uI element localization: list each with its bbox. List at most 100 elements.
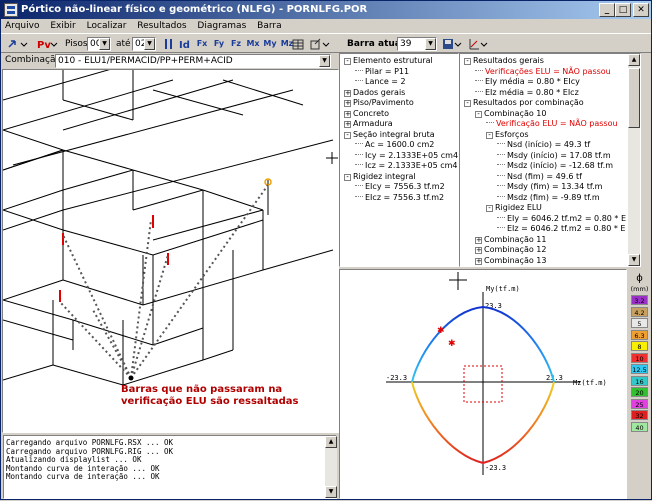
tree-item[interactable]: Verificações ELU = NÃO passou (475, 67, 611, 78)
diameter-legend: ϕ (mm) 3.2 4.2 5 6.3 8 10 12.5 16 20 25 32 40 (628, 271, 651, 499)
results-tree[interactable]: - Resultados gerais Verificações ELU = NÃO… (460, 54, 626, 266)
tree-item-label: Dados gerais (353, 87, 406, 97)
axis-rotate-icon[interactable] (5, 37, 29, 51)
tree-item[interactable]: Pilar = P11 (355, 67, 409, 78)
column-view-icon[interactable] (161, 37, 177, 51)
tree-item[interactable]: EIcz = 7556.3 tf.m2 (355, 193, 444, 204)
tree-item[interactable]: Msdz (início) = -12.68 tf.m (497, 161, 613, 172)
collapse-icon[interactable]: - (464, 100, 471, 107)
tree-item[interactable]: - Rigidez ELU (486, 203, 542, 214)
tree-item[interactable]: - Rigidez integral (344, 172, 416, 183)
scroll-down-icon[interactable]: ▼ (325, 486, 337, 498)
expand-icon[interactable]: + (475, 236, 482, 244)
building-icon[interactable] (290, 37, 306, 51)
tree-item[interactable]: - Esforços (486, 130, 529, 141)
barra-atual-select[interactable]: 39 ▼ (397, 37, 437, 51)
expand-icon[interactable]: + (344, 121, 351, 128)
tree-item[interactable]: - Resultados por combinação (464, 98, 584, 109)
tree-item[interactable]: + Piso/Pavimento (344, 98, 414, 109)
export-icon[interactable] (309, 37, 331, 51)
moment-mx-icon[interactable]: Mx (245, 37, 261, 51)
combination-select[interactable]: 010 - ELU1/PERMACID/PP+PERM+ACID ▼ (55, 54, 331, 68)
tree-item[interactable]: Nsd (fim) = 49.6 tf (497, 172, 582, 183)
expand-icon[interactable]: + (344, 100, 351, 107)
properties-tree-panel[interactable]: - Elemento estrutural Pilar = P11 Lance = 2… (339, 53, 459, 267)
log-scrollbar[interactable]: ▲ ▼ (325, 436, 337, 498)
collapse-icon[interactable]: - (486, 131, 493, 139)
interaction-diagram[interactable]: My(tf.m) Mz(tf.m) 23.3 -23.3 -23.3 23.3 (340, 270, 626, 498)
results-tree-panel[interactable]: - Resultados gerais Verificações ELU = NÃO… (459, 53, 641, 267)
tree-item[interactable]: Verificação ELU = NÃO passou (486, 119, 618, 130)
legend-swatch: 5 (631, 318, 648, 328)
tree-connector (497, 227, 505, 228)
collapse-icon[interactable]: - (475, 110, 482, 118)
tree-item[interactable]: EIy média = 0.80 * EIcy (475, 77, 580, 88)
pisos-from-select[interactable]: 00 ▼ (87, 37, 111, 51)
chart-axis-icon[interactable] (467, 37, 489, 51)
tree-item[interactable]: + Armadura (344, 119, 393, 130)
scroll-up-icon[interactable]: ▲ (325, 436, 337, 448)
frame-view-icon[interactable]: Id (177, 37, 193, 51)
tree-item[interactable]: Msdy (início) = 17.08 tf.m (497, 151, 611, 162)
expand-icon[interactable]: + (344, 110, 351, 118)
minimize-button[interactable]: _ (599, 3, 615, 17)
force-fy-icon[interactable]: Fy (211, 37, 227, 51)
collapse-icon[interactable]: - (464, 58, 471, 65)
expand-icon[interactable]: + (475, 247, 482, 254)
maximize-button[interactable]: □ (615, 3, 631, 17)
scroll-up-icon[interactable]: ▲ (628, 54, 640, 66)
log-console[interactable]: Carregando arquivo PORNLFG.RSX ... OK Car… (3, 435, 337, 499)
structure-canvas[interactable] (2, 59, 338, 432)
force-fx-icon[interactable]: Fx (194, 37, 210, 51)
expand-icon[interactable]: + (475, 257, 482, 265)
structure-3d-view[interactable] (2, 59, 339, 433)
menu-resultados[interactable]: Resultados (133, 19, 190, 33)
menu-barra[interactable]: Barra (253, 19, 285, 33)
moment-my-icon[interactable]: My (262, 37, 278, 51)
close-button[interactable]: ✕ (633, 3, 649, 17)
tree-item[interactable]: + Concreto (344, 109, 389, 120)
tree-item[interactable]: - Seção integral bruta (344, 130, 435, 141)
menu-exibir[interactable]: Exibir (46, 19, 79, 33)
pavement-view-icon[interactable]: Pv (35, 37, 59, 51)
tree-item-label: Combinação 12 (484, 245, 547, 254)
tree-item[interactable]: EIz média = 0.80 * EIcz (475, 88, 579, 99)
tree-item-label: Icz = 2.1333E+05 cm4 (365, 161, 458, 170)
collapse-icon[interactable]: - (344, 58, 351, 65)
tree-item[interactable]: - Combinação 10 (475, 109, 546, 120)
properties-tree[interactable]: - Elemento estrutural Pilar = P11 Lance = 2… (340, 54, 458, 266)
scroll-down-icon[interactable]: ▼ (628, 254, 640, 266)
tree-item[interactable]: Icz = 2.1333E+05 cm4 (355, 161, 458, 172)
tree-item-label: EIcy = 7556.3 tf.m2 (365, 182, 445, 191)
save-image-icon[interactable] (441, 37, 463, 51)
tree-item[interactable]: Msdy (fim) = 13.34 tf.m (497, 182, 602, 193)
menu-diagramas[interactable]: Diagramas (193, 19, 250, 33)
tree-item-label: Piso/Pavimento (353, 98, 414, 107)
results-tree-scrollbar[interactable]: ▲ ▼ (628, 54, 640, 266)
pisos-to-select[interactable]: 02 ▼ (132, 37, 156, 51)
tree-item[interactable]: + Combinação 12 (475, 245, 546, 256)
tree-item[interactable]: Ac = 1600.0 cm2 (355, 140, 434, 151)
expand-icon[interactable]: + (344, 89, 351, 97)
tree-item[interactable]: EIcy = 7556.3 tf.m2 (355, 182, 445, 193)
svg-text:Pv: Pv (37, 40, 51, 50)
collapse-icon[interactable]: - (344, 173, 351, 181)
tree-item[interactable]: - Resultados gerais (464, 56, 544, 67)
tree-item[interactable]: EIz = 6046.2 tf.m2 = 0.80 * EIcz (497, 224, 626, 235)
tree-item[interactable]: + Dados gerais (344, 88, 405, 99)
tree-item[interactable]: Lance = 2 (355, 77, 406, 88)
tree-item[interactable]: Icy = 2.1333E+05 cm4 (355, 151, 458, 162)
force-fz-icon[interactable]: Fz (228, 37, 244, 51)
collapse-icon[interactable]: - (344, 131, 351, 139)
menu-localizar[interactable]: Localizar (83, 19, 131, 33)
menu-arquivo[interactable]: Arquivo (1, 19, 43, 33)
interaction-diagram-panel[interactable]: My(tf.m) Mz(tf.m) 23.3 -23.3 -23.3 23.3 (339, 269, 627, 499)
tree-item[interactable]: Nsd (início) = 49.3 tf (497, 140, 590, 151)
tree-item[interactable]: Msdz (fim) = -9.89 tf.m (497, 193, 600, 204)
tree-item[interactable]: + Combinação 11 (475, 235, 546, 246)
tree-item[interactable]: - Elemento estrutural (344, 56, 433, 67)
tree-item[interactable]: + Combinação 13 (475, 256, 546, 267)
scroll-thumb[interactable] (628, 68, 640, 128)
tree-item[interactable]: EIy = 6046.2 tf.m2 = 0.80 * EIcy (497, 214, 626, 225)
collapse-icon[interactable]: - (486, 205, 493, 212)
